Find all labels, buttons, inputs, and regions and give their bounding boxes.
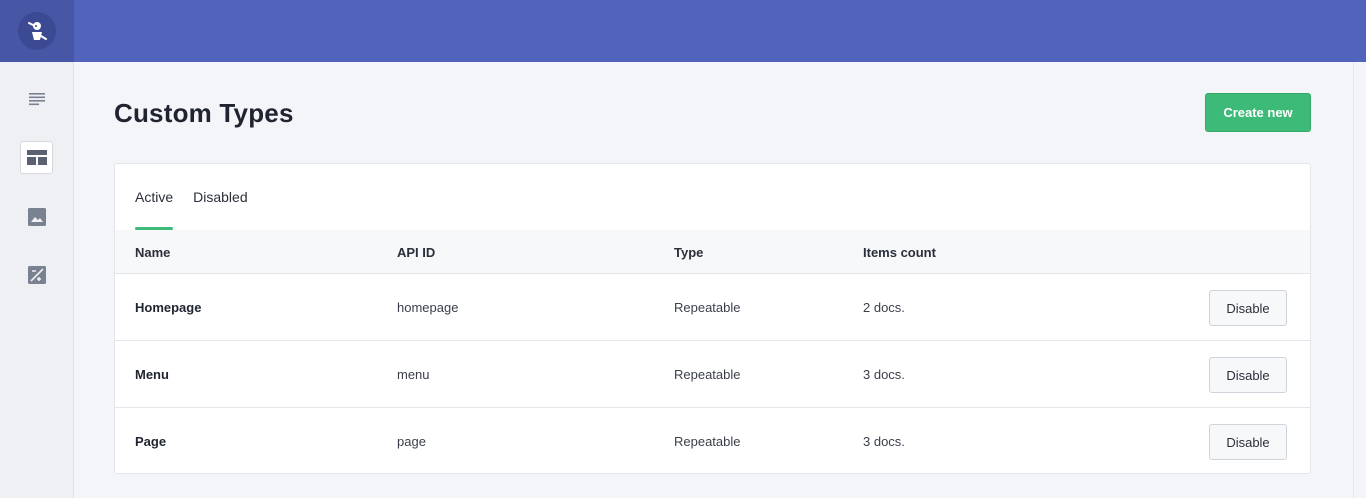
main-content: Custom Types Create new Active Disabled …: [74, 62, 1353, 498]
row-type: Repeatable: [674, 434, 741, 449]
sidebar: [0, 62, 74, 498]
sidebar-item-custom-types[interactable]: [20, 141, 53, 174]
top-bar: [0, 0, 1366, 62]
row-type: Repeatable: [674, 367, 741, 382]
tab-disabled[interactable]: Disabled: [193, 164, 247, 230]
vertical-scrollbar[interactable]: [1353, 62, 1366, 498]
tabs: Active Disabled: [135, 164, 268, 230]
page-title: Custom Types: [114, 98, 294, 128]
row-items-count: 2 docs.: [863, 300, 905, 315]
column-header-api-id: API ID: [397, 244, 436, 260]
row-type: Repeatable: [674, 300, 741, 315]
row-api-id: homepage: [397, 300, 459, 315]
disable-button[interactable]: Disable: [1209, 424, 1287, 460]
table-row[interactable]: Page page Repeatable 3 docs. Disable: [115, 408, 1310, 475]
row-name[interactable]: Menu: [135, 341, 169, 408]
table-row[interactable]: Homepage homepage Repeatable 2 docs. Dis…: [115, 274, 1310, 341]
documents-list-icon: [28, 92, 45, 105]
table-row[interactable]: Menu menu Repeatable 3 docs. Disable: [115, 341, 1310, 408]
tab-active[interactable]: Active: [135, 164, 174, 230]
disable-button[interactable]: Disable: [1209, 290, 1287, 326]
disable-button[interactable]: Disable: [1209, 357, 1287, 393]
row-items-count: 3 docs.: [863, 434, 905, 449]
row-name[interactable]: Homepage: [135, 274, 201, 341]
custom-types-icon: [26, 150, 47, 165]
media-library-icon: [27, 207, 46, 226]
create-new-button[interactable]: Create new: [1205, 93, 1311, 132]
sidebar-item-settings[interactable]: [20, 258, 53, 291]
row-api-id: menu: [397, 367, 430, 382]
column-header-type: Type: [674, 244, 704, 260]
logo-container[interactable]: [0, 0, 74, 62]
sidebar-item-media[interactable]: [20, 200, 53, 233]
custom-types-card: Active Disabled Name API ID Type Items c…: [114, 163, 1311, 474]
settings-image-icon: [27, 265, 46, 284]
column-header-name: Name: [135, 244, 171, 260]
row-items-count: 3 docs.: [863, 367, 905, 382]
table-header: Name API ID Type Items count: [115, 230, 1310, 274]
row-name[interactable]: Page: [135, 408, 166, 475]
prismic-logo-icon[interactable]: [18, 12, 56, 50]
row-api-id: page: [397, 434, 426, 449]
sidebar-item-documents[interactable]: [20, 82, 53, 115]
column-header-items-count: Items count: [863, 244, 936, 260]
